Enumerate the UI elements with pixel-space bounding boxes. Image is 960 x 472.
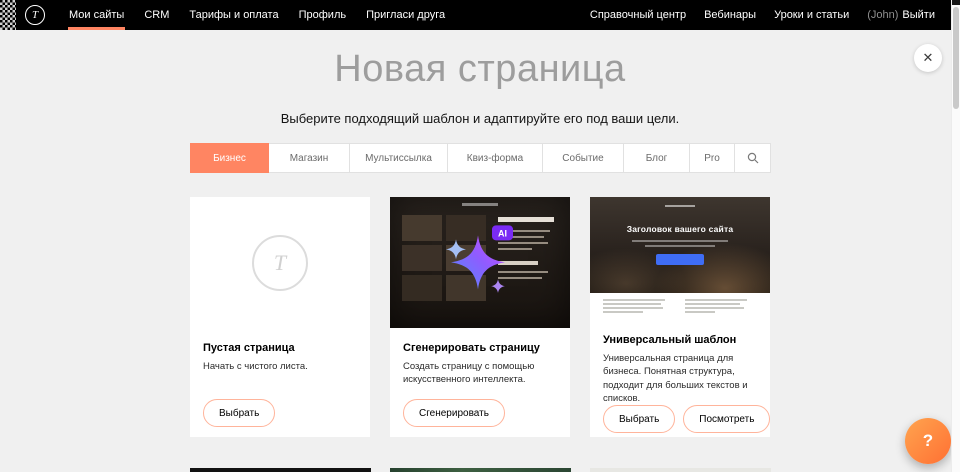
preview-subtext-line [632,240,728,242]
preview-subtext-line [645,245,715,247]
choose-universal-button[interactable]: Выбрать [603,405,675,433]
topbar-menu: Мои сайты CRM Тарифы и оплата Профиль Пр… [59,0,455,30]
search-icon [747,152,759,164]
choose-blank-button[interactable]: Выбрать [203,399,275,427]
preview-nav-bar [462,203,498,206]
partial-template-card [590,468,771,472]
card-title: Универсальный шаблон [603,334,757,346]
preview-text-line [685,299,747,301]
menu-item-billing[interactable]: Тарифы и оплата [179,0,288,30]
tab-search[interactable] [734,143,771,173]
preview-text-line [603,303,661,305]
preview-text-line [603,307,663,309]
preview-text-line [685,307,744,309]
blank-template-preview: T [190,197,370,328]
template-category-tabs: Бизнес Магазин Мультиссылка Квиз-форма С… [190,143,771,173]
menu-item-logout[interactable]: (John) Выйти [858,9,944,21]
partial-template-card [390,468,571,472]
menu-item-crm[interactable]: CRM [134,0,179,30]
topbar-right-menu: Справочный центр Вебинары Уроки и статьи… [581,0,960,30]
card-buttons: Выбрать Посмотреть [603,405,757,433]
logout-label: Выйти [902,9,935,21]
card-title: Пустая страница [203,342,357,354]
template-card-blank: T Пустая страница Начать с чистого листа… [190,197,370,437]
template-card-universal: Заголовок вашего сайта Универсальный шаб… [590,197,770,437]
preview-text-line [685,311,715,313]
scrollbar-top-cap [952,0,960,5]
tab-business[interactable]: Бизнес [190,143,269,173]
card-buttons: Сгенерировать [403,399,557,427]
menu-item-help-center[interactable]: Справочный центр [581,9,695,21]
preview-nav-bar [665,205,695,207]
card-title: Сгенерировать страницу [403,342,557,354]
user-name: (John) [867,9,898,21]
scrollbar-thumb[interactable] [953,7,959,109]
card-buttons: Выбрать [203,399,357,427]
card-body: Сгенерировать страницу Создать страницу … [390,328,570,437]
topbar: T Мои сайты CRM Тарифы и оплата Профиль … [0,0,960,30]
universal-template-preview: Заголовок вашего сайта [590,197,770,320]
menu-item-lessons[interactable]: Уроки и статьи [765,9,858,21]
card-description: Создать страницу с помощью искусственног… [403,360,557,387]
tilda-ring-icon: T [252,235,308,291]
ai-badge: AI [498,228,507,238]
close-button[interactable]: ✕ [914,44,942,72]
partial-template-card [190,468,371,472]
generate-button[interactable]: Сгенерировать [403,399,505,427]
menu-item-profile[interactable]: Профиль [289,0,357,30]
template-preview-cta [656,254,704,265]
scrollbar-track [951,0,960,472]
card-body: Пустая страница Начать с чистого листа. … [190,328,370,437]
page-title: Новая страница [0,48,960,91]
tab-shop[interactable]: Магазин [268,143,350,173]
ai-sparkle-icon: AI [434,219,526,303]
page-subtitle: Выберите подходящий шаблон и адаптируйте… [0,111,960,126]
corner-pattern [0,0,16,30]
preview-text-line [685,303,740,305]
tab-multilink[interactable]: Мультиссылка [349,143,448,173]
tilda-logo[interactable]: T [25,5,45,25]
card-body: Универсальный шаблон Универсальная стран… [590,320,770,437]
preview-text-line [603,311,643,313]
preview-hero: Заголовок вашего сайта [590,197,770,293]
preview-text-line [603,299,665,301]
help-button[interactable]: ? [905,418,951,464]
template-cards-grid: T Пустая страница Начать с чистого листа… [190,197,771,437]
preview-text-section [590,293,770,320]
menu-item-webinars[interactable]: Вебинары [695,9,765,21]
ai-template-preview: AI [390,197,570,328]
preview-universal-button[interactable]: Посмотреть [683,405,770,433]
tab-quiz-form[interactable]: Квиз-форма [447,143,543,173]
menu-item-my-sites[interactable]: Мои сайты [59,0,134,30]
card-description: Универсальная страница для бизнеса. Поня… [603,352,757,405]
template-card-ai: AI Сгенерировать страницу Создать страни… [390,197,570,437]
tab-event[interactable]: Событие [542,143,624,173]
preview-site-heading: Заголовок вашего сайта [590,224,770,234]
card-description: Начать с чистого листа. [203,360,357,373]
menu-item-invite-friend[interactable]: Пригласи друга [356,0,455,30]
tab-pro[interactable]: Pro [689,143,735,173]
tab-blog[interactable]: Блог [623,143,690,173]
